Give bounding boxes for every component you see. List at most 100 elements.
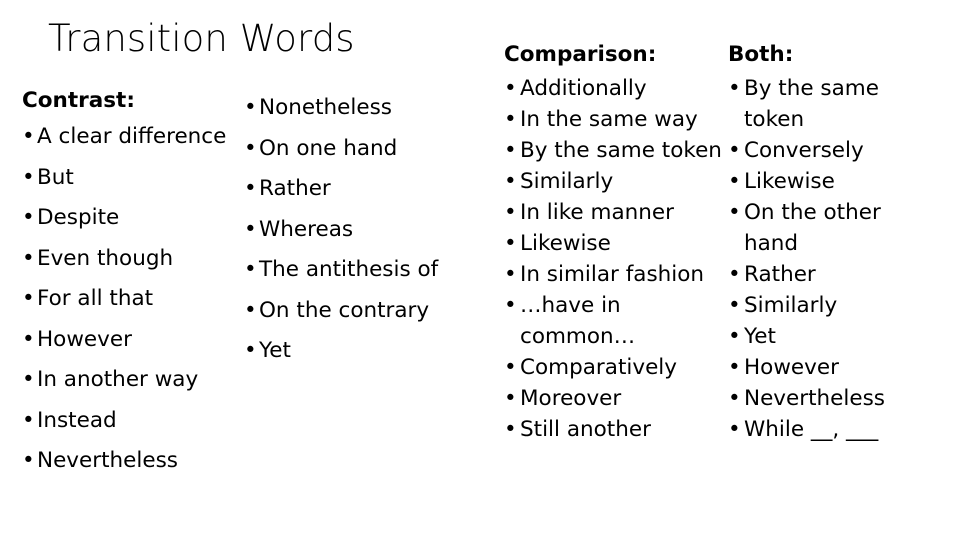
- bullet-icon: •: [504, 107, 517, 132]
- contrast-header-spacer: [244, 59, 482, 88]
- list-item: • Nevertheless: [728, 383, 938, 414]
- bullet-icon: •: [244, 338, 257, 363]
- bullet-icon: •: [728, 355, 741, 380]
- bullet-icon: •: [728, 76, 741, 101]
- list-item: • Similarly: [504, 166, 722, 197]
- bullet-icon: •: [504, 231, 517, 256]
- bullet-icon: •: [22, 448, 35, 473]
- list-item-label: By the same token: [520, 138, 722, 163]
- bullet-icon: •: [504, 293, 517, 318]
- bullet-icon: •: [22, 407, 35, 433]
- list-item: • Still another: [504, 414, 722, 445]
- list-item-label: In the same way: [520, 107, 698, 132]
- bullet-icon: •: [728, 324, 741, 349]
- list-item-label: For all that: [37, 286, 154, 311]
- both-list: • By the same token • Conversely • Likewise • O…: [728, 73, 938, 445]
- contrast-list-primary: • A clear difference • But • Despite • Even tho…: [22, 117, 244, 482]
- list-item: • Nonetheless: [244, 88, 482, 129]
- list-item: • Instead: [22, 401, 244, 442]
- bullet-icon: •: [244, 257, 257, 282]
- list-item-label: However: [744, 355, 839, 380]
- list-item-label: But: [37, 164, 74, 190]
- list-item: • Comparatively: [504, 352, 722, 383]
- list-item: • On the contrary: [244, 291, 482, 332]
- list-item-label: A clear difference: [37, 124, 227, 149]
- bullet-icon: •: [22, 367, 35, 392]
- list-item-label: Despite: [37, 205, 120, 230]
- list-item: • Conversely: [728, 135, 938, 166]
- list-item-label: While __, ___: [744, 417, 879, 442]
- bullet-icon: •: [728, 169, 741, 194]
- list-item: • Similarly: [728, 290, 938, 321]
- list-item-label: Instead: [37, 407, 117, 433]
- list-item: • In another way: [22, 360, 244, 401]
- bullet-icon: •: [22, 245, 35, 271]
- both-header: Both:: [728, 42, 794, 67]
- list-item: • In similar fashion: [504, 259, 722, 290]
- bullet-icon: •: [244, 135, 257, 161]
- list-item: • While __, ___: [728, 414, 938, 445]
- list-item-label: Whereas: [259, 216, 354, 242]
- list-item-label: Still another: [520, 417, 651, 442]
- bullet-icon: •: [504, 76, 517, 101]
- list-item-label: On the other hand: [744, 200, 881, 256]
- bullet-icon: •: [504, 200, 517, 225]
- list-item-label: Nonetheless: [259, 95, 392, 120]
- bullet-icon: •: [244, 297, 257, 323]
- list-item-label: Moreover: [520, 386, 622, 411]
- list-item-label: Rather: [744, 262, 816, 287]
- list-item-label: Likewise: [520, 231, 611, 256]
- bullet-icon: •: [244, 216, 257, 242]
- bullet-icon: •: [728, 200, 741, 225]
- bullet-icon: •: [22, 205, 35, 230]
- list-item-label: Nevertheless: [744, 386, 885, 411]
- list-item-label: Rather: [259, 176, 331, 201]
- list-item: • Additionally: [504, 73, 722, 104]
- bullet-icon: •: [728, 417, 741, 442]
- list-item-label: In like manner: [520, 200, 674, 225]
- contrast-list-secondary: • Nonetheless • On one hand • Rather • Whereas •…: [244, 88, 482, 372]
- list-item-label: However: [37, 326, 132, 352]
- contrast-subcolumns: Contrast: • A clear difference • But • Despit…: [22, 88, 482, 482]
- comparison-list: • Additionally • In the same way • By the sam…: [504, 73, 722, 445]
- bullet-icon: •: [728, 138, 741, 163]
- bullet-icon: •: [728, 262, 741, 287]
- list-item-label: Similarly: [520, 169, 614, 194]
- list-item-label: …have in common…: [520, 293, 636, 349]
- list-item-label: Yet: [259, 338, 291, 363]
- list-item-label: Even though: [37, 245, 174, 271]
- list-item-label: On the contrary: [259, 297, 430, 323]
- bullet-icon: •: [244, 95, 257, 120]
- list-item: • …have in common…: [504, 290, 722, 352]
- list-item-label: In similar fashion: [520, 262, 705, 287]
- comparison-section: Comparison: • Additionally • In the same wa…: [504, 42, 722, 445]
- list-item-label: The antithesis of: [259, 257, 439, 282]
- contrast-header: Contrast:: [22, 88, 135, 113]
- list-item: • But: [22, 158, 244, 199]
- comparison-header: Comparison:: [504, 42, 657, 67]
- list-item: • On the other hand: [728, 197, 938, 259]
- contrast-column-primary: Contrast: • A clear difference • But • Despit…: [22, 88, 244, 482]
- list-item: • Nevertheless: [22, 441, 244, 482]
- list-item-label: Comparatively: [520, 355, 677, 380]
- both-section: Both: • By the same token • Conversely • Like…: [728, 42, 938, 445]
- page-title: Transition Words: [48, 17, 355, 60]
- list-item-label: On one hand: [259, 135, 398, 161]
- list-item: • Rather: [728, 259, 938, 290]
- bullet-icon: •: [22, 164, 35, 190]
- list-item: • Whereas: [244, 210, 482, 251]
- list-item: • The antithesis of: [244, 250, 482, 291]
- list-item: • For all that: [22, 279, 244, 320]
- list-item-label: By the same token: [744, 76, 879, 132]
- list-item: • Yet: [728, 321, 938, 352]
- bullet-icon: •: [22, 326, 35, 352]
- list-item-label: Similarly: [744, 293, 838, 318]
- bullet-icon: •: [728, 293, 741, 318]
- list-item: • In the same way: [504, 104, 722, 135]
- bullet-icon: •: [504, 355, 517, 380]
- list-item-label: Likewise: [744, 169, 835, 194]
- bullet-icon: •: [728, 386, 741, 411]
- bullet-icon: •: [504, 386, 517, 411]
- list-item-label: Conversely: [744, 138, 864, 163]
- bullet-icon: •: [244, 176, 257, 201]
